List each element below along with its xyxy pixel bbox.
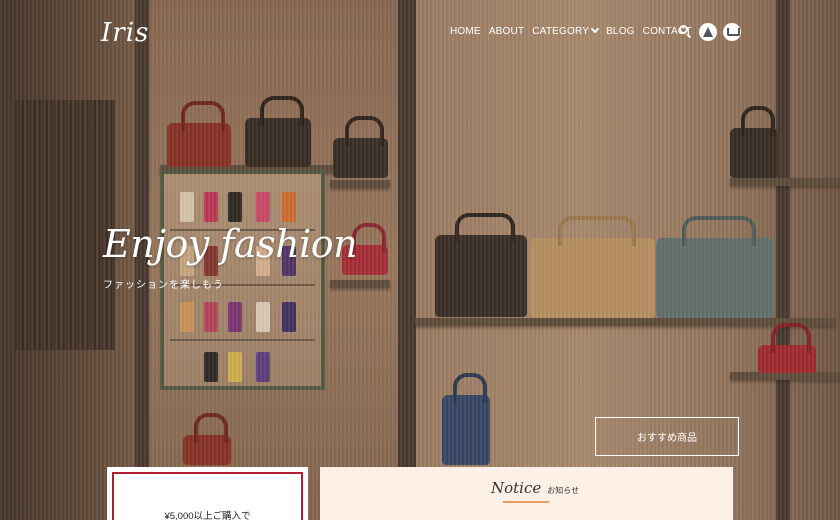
- notice-title-en: Notice: [491, 479, 542, 497]
- promo-card[interactable]: ¥5,000以上ご購入で: [107, 467, 308, 520]
- tent-icon[interactable]: [699, 23, 717, 41]
- notice-underline: [503, 501, 549, 503]
- nav-item-category-label: CATEGORY: [532, 26, 590, 37]
- notice-panel: Notice お知らせ: [320, 467, 733, 520]
- site-logo[interactable]: Iris: [101, 18, 149, 48]
- nav-item-blog[interactable]: BLOG: [606, 26, 635, 37]
- notice-heading: Notice お知らせ: [491, 479, 579, 497]
- nav-item-home[interactable]: HOME: [450, 26, 481, 37]
- notice-title-jp: お知らせ: [547, 486, 580, 495]
- main-nav: HOME ABOUT CATEGORY BLOG CONTACT: [450, 24, 692, 37]
- hero-title: Enjoy fashion: [103, 222, 358, 266]
- promo-text: ¥5,000以上ご購入で: [164, 511, 251, 520]
- hero-subtitle: ファッションを楽しもう: [103, 280, 224, 291]
- recommended-products-button[interactable]: おすすめ商品: [595, 417, 739, 456]
- nav-item-about[interactable]: ABOUT: [489, 26, 524, 37]
- chevron-down-icon: [590, 24, 600, 34]
- search-icon-handle: [686, 33, 692, 39]
- promo-card-border: ¥5,000以上ご購入で: [112, 472, 303, 520]
- header-icons: [679, 23, 741, 41]
- search-icon[interactable]: [679, 25, 693, 39]
- cart-icon[interactable]: [723, 23, 741, 41]
- nav-item-category[interactable]: CATEGORY: [532, 24, 600, 37]
